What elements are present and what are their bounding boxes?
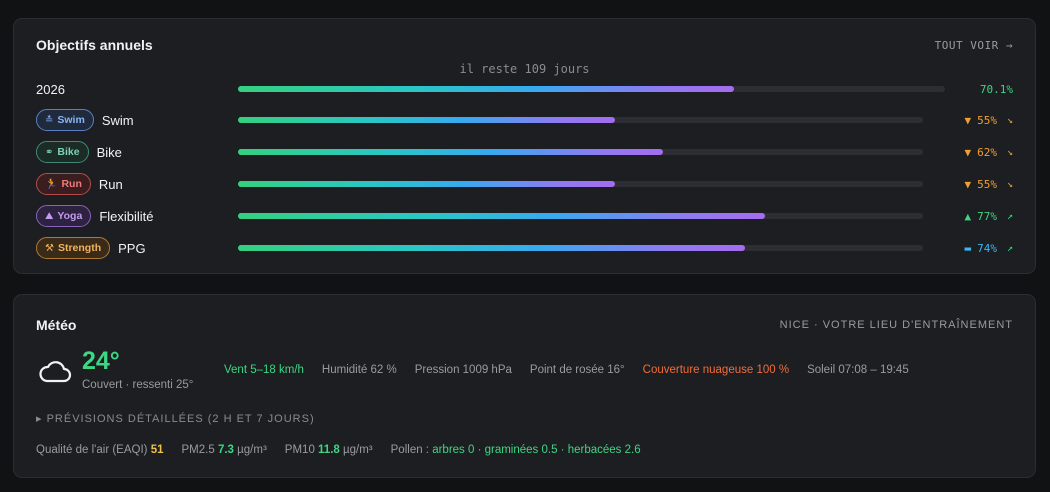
- year-progress-fill: [238, 86, 734, 92]
- sport-badge-swim[interactable]: ≛ Swim: [36, 109, 94, 131]
- year-label: 2026: [36, 81, 65, 97]
- status-indicator-icon: ▬: [964, 241, 972, 255]
- pm25-stat: PM2.5 7.3 µg/m³: [182, 444, 267, 456]
- sport-badge-yoga[interactable]: ⛰ Yoga: [36, 205, 92, 227]
- sport-badge-run[interactable]: 🏃 Run: [36, 173, 91, 195]
- wind-stat: Vent 5–18 km/h: [224, 364, 304, 376]
- pressure-stat: Pression 1009 hPa: [414, 364, 512, 376]
- strength-icon: ⚒: [45, 242, 54, 254]
- goal-percent: ▼ 55% ↘: [964, 114, 1013, 127]
- pm25-unit: µg/m³: [237, 444, 267, 456]
- air-quality-row: Qualité de l'air (EAQI) 51 PM2.5 7.3 µg/…: [36, 444, 641, 456]
- goal-percent: ▼ 62% ↘: [964, 146, 1013, 159]
- status-indicator-icon: ▼: [964, 145, 972, 159]
- cloud-cover-stat: Couverture nuageuse 100 %: [642, 364, 790, 376]
- goal-row-yoga: ⛰ Yoga Flexibilité ▲ 77% ↗: [36, 204, 1013, 228]
- goal-progress-fill: [238, 149, 663, 155]
- swim-icon: ≛: [45, 114, 54, 126]
- goal-progress-bar: [238, 149, 923, 155]
- weather-title: Météo: [36, 317, 77, 333]
- weather-condition: Couvert · ressenti 25°: [82, 379, 194, 391]
- bike-icon: ⚭: [45, 146, 54, 158]
- goal-progress-bar: [238, 213, 923, 219]
- pollen-value: arbres 0 · graminées 0.5 · herbacées 2.6: [432, 444, 641, 456]
- trend-up-icon: ↗: [1006, 210, 1013, 222]
- goal-percent-value: 55%: [977, 113, 997, 127]
- goal-progress-fill: [238, 245, 745, 251]
- days-remaining: il reste 109 jours: [459, 62, 590, 76]
- goal-progress-fill: [238, 181, 615, 187]
- goal-progress-fill: [238, 117, 615, 123]
- sport-badge-label: Strength: [57, 242, 102, 254]
- sport-badge-strength[interactable]: ⚒ Strength: [36, 237, 111, 259]
- pm10-unit: µg/m³: [343, 444, 373, 456]
- goal-row-left: ⛰ Yoga Flexibilité: [36, 205, 238, 227]
- trend-down-icon: ↘: [1006, 114, 1013, 126]
- dew-point-stat: Point de rosée 16°: [529, 364, 625, 376]
- goal-progress-bar: [238, 245, 923, 251]
- forecast-toggle[interactable]: ▸ PRÉVISIONS DÉTAILLÉES (2 H ET 7 JOURS): [36, 412, 315, 425]
- cloud-icon: [39, 361, 72, 383]
- goal-progress-bar: [238, 181, 923, 187]
- goal-label: Flexibilité: [99, 208, 154, 224]
- yoga-icon: ⛰: [45, 210, 54, 222]
- pm25-label: PM2.5: [181, 444, 215, 456]
- goal-percent-value: 55%: [977, 177, 997, 191]
- goal-row-run: 🏃 Run Run ▼ 55% ↘: [36, 172, 1013, 196]
- eaqi-stat: Qualité de l'air (EAQI) 51: [36, 444, 164, 456]
- goal-row-bike: ⚭ Bike Bike ▼ 62% ↘: [36, 140, 1013, 164]
- year-progress-bar: [238, 86, 945, 92]
- sun-stat: Soleil 07:08 – 19:45: [807, 364, 909, 376]
- goal-percent: ▬ 74% ↗: [964, 242, 1013, 255]
- temperature: 24°: [82, 347, 120, 375]
- trend-down-icon: ↘: [1006, 178, 1013, 190]
- pm10-stat: PM10 11.8 µg/m³: [285, 444, 373, 456]
- goal-label: Swim: [101, 112, 134, 128]
- see-all-link[interactable]: TOUT VOIR →: [935, 39, 1013, 52]
- goal-percent: ▼ 55% ↘: [964, 178, 1013, 191]
- humidity-stat: Humidité 62 %: [321, 364, 397, 376]
- goal-label: Bike: [96, 144, 122, 160]
- status-indicator-icon: ▲: [964, 209, 972, 223]
- goal-row-swim: ≛ Swim Swim ▼ 55% ↘: [36, 108, 1013, 132]
- goal-label: PPG: [118, 240, 146, 256]
- sport-badge-label: Swim: [57, 114, 85, 126]
- pm10-value: 11.8: [318, 444, 340, 456]
- weather-card: Météo NICE · VOTRE LIEU D'ENTRAÎNEMENT 2…: [13, 294, 1036, 478]
- goal-progress-fill: [238, 213, 766, 219]
- goal-progress-bar: [238, 117, 923, 123]
- run-icon: 🏃: [45, 178, 58, 190]
- goal-row-left: 🏃 Run Run: [36, 173, 238, 195]
- weather-location: NICE · VOTRE LIEU D'ENTRAÎNEMENT: [779, 319, 1013, 331]
- goals-title: Objectifs annuels: [36, 37, 153, 53]
- goal-row-left: ⚭ Bike Bike: [36, 141, 238, 163]
- goal-percent-value: 74%: [977, 241, 997, 255]
- goal-row-strength: ⚒ Strength PPG ▬ 74% ↗: [36, 236, 1013, 260]
- goal-row-left: ≛ Swim Swim: [36, 109, 238, 131]
- weather-stats: Vent 5–18 km/h Humidité 62 % Pression 10…: [224, 364, 909, 376]
- pm10-label: PM10: [284, 444, 315, 456]
- eaqi-label: Qualité de l'air (EAQI): [36, 444, 148, 456]
- trend-down-icon: ↘: [1006, 146, 1013, 158]
- status-indicator-icon: ▼: [964, 177, 972, 191]
- sport-badge-label: Run: [61, 178, 82, 190]
- sport-badge-bike[interactable]: ⚭ Bike: [36, 141, 89, 163]
- eaqi-value: 51: [150, 444, 164, 456]
- pollen-stat: Pollen : arbres 0 · graminées 0.5 · herb…: [391, 444, 641, 456]
- pollen-label: Pollen :: [390, 444, 429, 456]
- goal-row-year: 2026 70.1%: [36, 77, 1013, 101]
- status-indicator-icon: ▼: [964, 113, 972, 127]
- trend-up-icon: ↗: [1006, 242, 1013, 254]
- goal-row-left: ⚒ Strength PPG: [36, 237, 238, 259]
- goal-percent: ▲ 77% ↗: [964, 210, 1013, 223]
- goal-percent-value: 62%: [977, 145, 997, 159]
- goal-label: Run: [98, 176, 123, 192]
- sport-badge-label: Yoga: [57, 210, 83, 222]
- goal-percent-value: 77%: [977, 209, 997, 223]
- sport-badge-label: Bike: [57, 146, 80, 158]
- year-percent: 70.1%: [979, 82, 1013, 96]
- pm25-value: 7.3: [217, 444, 234, 456]
- annual-goals-card: Objectifs annuels TOUT VOIR → il reste 1…: [13, 18, 1036, 274]
